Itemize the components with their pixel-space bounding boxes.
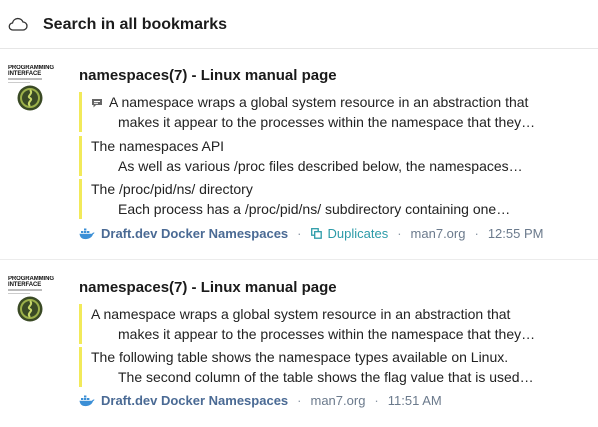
highlight[interactable]: A namespace wraps a global system resour… <box>79 304 535 344</box>
highlight[interactable]: The following table shows the namespace … <box>79 347 534 387</box>
bookmark-domain: man7.org <box>310 393 366 408</box>
bookmark-title[interactable]: namespaces(7) - Linux manual page <box>79 66 337 86</box>
highlight[interactable]: The /proc/pid/ns/ directory Each process… <box>79 179 510 219</box>
separator: · <box>374 393 379 408</box>
bookmark-item[interactable]: PROGRAMMING INTERFACE namespaces(7) - Lin… <box>0 261 598 427</box>
highlight[interactable]: A namespace wraps a global system resour… <box>79 92 535 132</box>
bookmark-thumbnail[interactable]: PROGRAMMING INTERFACE <box>7 65 62 112</box>
book-emblem-icon <box>17 85 43 111</box>
search-title: Search in all bookmarks <box>43 16 228 33</box>
bookmark-meta: Draft.dev Docker Namespaces · man7.org · 11:… <box>79 392 442 410</box>
highlight[interactable]: The namespaces API As well as various /p… <box>79 136 523 176</box>
thumb-line <box>8 293 30 294</box>
cloud-icon <box>8 17 28 31</box>
highlight-text: The namespaces API <box>91 138 225 154</box>
highlight-text: The second column of the table shows the… <box>118 369 534 385</box>
note-icon <box>92 99 102 108</box>
highlight-text: makes it appear to the processes within … <box>118 114 536 130</box>
bookmark-item[interactable]: PROGRAMMING INTERFACE namespaces(7) - Lin… <box>0 50 598 260</box>
bookmark-domain: man7.org <box>410 226 466 241</box>
docker-icon <box>79 228 95 240</box>
highlight-text: A namespace wraps a global system resour… <box>91 306 511 322</box>
bookmark-time: 11:51 AM <box>387 393 442 408</box>
search-header: Search in all bookmarks <box>0 0 598 49</box>
highlight-text: makes it appear to the processes within … <box>118 326 536 342</box>
bookmark-time: 12:55 PM <box>487 226 544 241</box>
highlight-text: Each process has a /proc/pid/ns/ subdire… <box>118 201 511 217</box>
highlight-text: As well as various /proc files described… <box>118 158 523 174</box>
highlight-text: A namespace wraps a global system resour… <box>109 94 529 110</box>
thumb-text-2: INTERFACE <box>8 71 42 77</box>
collection-link[interactable]: Draft.dev Docker Namespaces <box>101 393 288 408</box>
separator: · <box>397 226 402 241</box>
bookmark-meta: Draft.dev Docker Namespaces · Duplicates · m… <box>79 225 543 243</box>
collection-link[interactable]: Draft.dev Docker Namespaces <box>101 226 288 241</box>
highlight-text: The following table shows the namespace … <box>91 349 509 365</box>
docker-icon <box>79 395 95 407</box>
book-emblem-icon <box>17 296 43 322</box>
separator: · <box>297 226 302 241</box>
separator: · <box>297 393 302 408</box>
duplicate-icon <box>310 228 322 239</box>
duplicates-label: Duplicates <box>327 226 389 241</box>
thumb-text-2: INTERFACE <box>8 282 42 288</box>
thumb-line <box>8 78 42 80</box>
thumb-line <box>8 82 30 83</box>
highlight-text: The /proc/pid/ns/ directory <box>91 181 253 197</box>
separator: · <box>474 226 479 241</box>
bookmark-title[interactable]: namespaces(7) - Linux manual page <box>79 278 337 298</box>
duplicates-link[interactable]: Duplicates <box>310 226 389 241</box>
bookmark-thumbnail[interactable]: PROGRAMMING INTERFACE <box>7 276 62 323</box>
thumb-line <box>8 289 42 291</box>
